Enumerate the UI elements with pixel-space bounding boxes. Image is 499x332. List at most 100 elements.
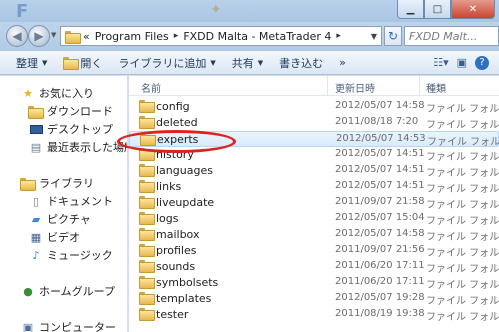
nav-label: ミュージック xyxy=(47,249,113,262)
file-date: 2012/05/07 14:58 xyxy=(335,100,425,111)
computer-icon: ▣ xyxy=(22,320,34,332)
breadcrumb-fxdd-folder[interactable]: FXDD Malta - MetaTrader 4 xyxy=(183,30,331,43)
chevron-down-icon: ▼ xyxy=(257,58,264,67)
command-bar: 整理 ▼ 開く ライブラリに追加 ▼ 共有 ▼ 書き込む » ☷▾ ▣ ? xyxy=(0,50,499,75)
open-label: 開く xyxy=(80,56,103,70)
table-row[interactable]: templates 2012/05/07 19:28 ファイル フォル xyxy=(129,291,499,307)
chevron-down-icon: ▼ xyxy=(42,58,48,67)
file-date: 2012/05/07 14:51 xyxy=(335,148,425,159)
nav-label: ビデオ xyxy=(47,231,80,244)
decorative-icon: ✦ xyxy=(210,2,222,18)
close-button[interactable]: ✕ xyxy=(451,0,495,19)
column-header-type[interactable]: 種類 xyxy=(426,80,446,95)
burn-button[interactable]: 書き込む xyxy=(271,50,331,75)
breadcrumb-separator-icon[interactable]: ▸ xyxy=(174,31,179,41)
minimize-icon: ▁ xyxy=(406,3,415,15)
address-dropdown-icon[interactable]: ▼ xyxy=(371,32,377,41)
file-name: links xyxy=(156,180,182,193)
file-type: ファイル フォル xyxy=(426,168,499,179)
table-row[interactable]: mailbox 2012/05/07 14:58 ファイル フォル xyxy=(129,227,499,243)
nav-label: ライブラリ xyxy=(39,177,94,190)
maximize-button[interactable]: □ xyxy=(424,0,451,19)
preview-pane-icon[interactable]: ▣ xyxy=(457,56,467,69)
table-row[interactable]: sounds 2011/06/20 17:11 ファイル フォル xyxy=(129,259,499,275)
file-type: ファイル フォル xyxy=(426,312,499,323)
nav-libraries[interactable]: ライブラリ xyxy=(20,174,94,192)
organize-label: 整理 xyxy=(16,56,38,70)
address-overflow[interactable]: « xyxy=(83,30,90,43)
file-type: ファイル フォル xyxy=(426,184,499,195)
column-divider[interactable] xyxy=(327,76,328,96)
nav-favorites[interactable]: ★ お気に入り xyxy=(20,84,94,102)
add-to-library-menu[interactable]: ライブラリに追加 ▼ xyxy=(110,50,223,75)
table-row[interactable]: languages 2012/05/07 14:51 ファイル フォル xyxy=(129,163,499,179)
table-row[interactable]: liveupdate 2011/09/07 21:58 ファイル フォル xyxy=(129,195,499,211)
file-name: profiles xyxy=(156,244,197,257)
documents-icon: ▯ xyxy=(32,194,40,208)
column-divider[interactable] xyxy=(419,76,420,96)
address-bar[interactable]: « Program Files ▸ FXDD Malta - MetaTrade… xyxy=(60,26,382,46)
nav-computer[interactable]: ▣ コンピューター xyxy=(20,318,116,332)
table-row[interactable]: symbolsets 2011/06/20 17:11 ファイル フォル xyxy=(129,275,499,291)
nav-downloads[interactable]: ダウンロード xyxy=(28,102,113,120)
recent-places-icon: ▤ xyxy=(30,140,42,154)
nav-label: デスクトップ xyxy=(47,123,113,136)
file-type: ファイル フォル xyxy=(426,264,499,275)
help-icon[interactable]: ? xyxy=(475,55,489,70)
nav-recent-places[interactable]: ▤ 最近表示した場所 xyxy=(28,138,127,156)
more-commands-button[interactable]: » xyxy=(331,50,354,75)
search-input[interactable]: FXDD Malt... xyxy=(404,26,499,46)
nav-homegroup[interactable]: ● ホームグループ xyxy=(20,282,115,300)
file-type: ファイル フォル xyxy=(426,296,499,307)
open-folder-icon xyxy=(63,57,80,70)
table-row[interactable]: deleted 2011/08/18 7:20 ファイル フォル xyxy=(129,115,499,131)
pictures-icon: ▰ xyxy=(31,212,41,226)
nav-desktop[interactable]: デスクトップ xyxy=(28,120,113,138)
file-date: 2011/09/07 21:58 xyxy=(335,196,425,207)
table-row[interactable]: config 2012/05/07 14:58 ファイル フォル xyxy=(129,99,499,115)
nav-videos[interactable]: ▦ ビデオ xyxy=(28,228,80,246)
refresh-button[interactable]: ↻ xyxy=(384,26,402,46)
nav-label: コンピューター xyxy=(39,321,116,332)
column-headers: 名前 更新日時 種類 xyxy=(129,76,499,96)
nav-documents[interactable]: ▯ ドキュメント xyxy=(28,192,113,210)
minimize-button[interactable]: ▁ xyxy=(397,0,424,19)
view-options-icon[interactable]: ☷▾ xyxy=(433,56,448,69)
videos-icon: ▦ xyxy=(30,230,42,244)
share-menu[interactable]: 共有 ▼ xyxy=(224,50,271,75)
folder-icon xyxy=(139,228,155,241)
back-button[interactable]: ◀ xyxy=(6,25,28,47)
chevron-down-icon: ▼ xyxy=(210,58,216,67)
nav-label: ダウンロード xyxy=(47,105,113,118)
file-name: logs xyxy=(156,212,179,225)
table-row[interactable]: tester 2011/08/19 19:38 ファイル フォル xyxy=(129,307,499,323)
file-name: mailbox xyxy=(156,228,200,241)
search-placeholder: FXDD Malt... xyxy=(409,29,478,43)
column-header-date[interactable]: 更新日時 xyxy=(335,80,375,95)
column-header-name[interactable]: 名前 xyxy=(141,80,161,95)
file-date: 2011/08/19 19:38 xyxy=(335,308,425,319)
organize-menu[interactable]: 整理 ▼ xyxy=(0,50,55,75)
forward-arrow-icon: ▶ xyxy=(34,29,44,43)
folder-icon xyxy=(139,196,155,209)
open-button[interactable]: 開く xyxy=(55,50,110,75)
table-row[interactable]: logs 2012/05/07 15:04 ファイル フォル xyxy=(129,211,499,227)
table-row[interactable]: profiles 2011/09/07 21:56 ファイル フォル xyxy=(129,243,499,259)
desktop-icon xyxy=(28,124,44,134)
forward-button[interactable]: ▶ xyxy=(28,25,50,47)
folder-icon xyxy=(139,308,155,321)
breadcrumb-separator-icon[interactable]: ▸ xyxy=(336,31,341,41)
app-logo-icon: F xyxy=(16,1,29,22)
folder-icon xyxy=(139,292,155,305)
nav-label: ピクチャ xyxy=(47,213,91,226)
nav-pictures[interactable]: ▰ ピクチャ xyxy=(28,210,91,228)
file-date: 2011/09/07 21:56 xyxy=(335,244,425,255)
nav-music[interactable]: ♪ ミュージック xyxy=(28,246,113,264)
breadcrumb-program-files[interactable]: Program Files xyxy=(95,30,169,43)
recent-pages-dropdown[interactable]: ▼ xyxy=(51,31,56,39)
navigation-pane: ★ お気に入り ダウンロード デスクトップ ▤ 最近表示した場所 ライブラリ ▯… xyxy=(0,76,128,332)
file-date: 2011/06/20 17:11 xyxy=(335,260,425,271)
file-date: 2011/06/20 17:11 xyxy=(335,276,425,287)
table-row[interactable]: links 2012/05/07 14:51 ファイル フォル xyxy=(129,179,499,195)
file-date: 2011/08/18 7:20 xyxy=(335,116,419,127)
